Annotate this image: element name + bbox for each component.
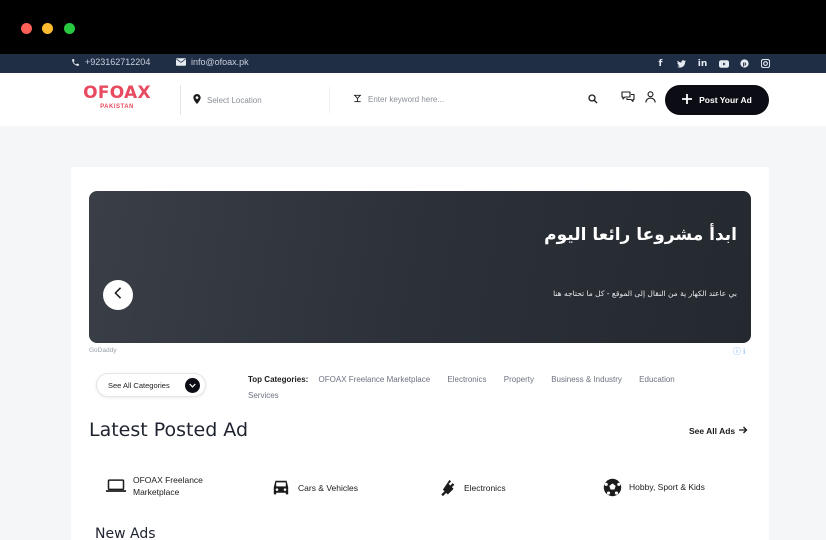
site-header: OFOAX PAKISTAN Select Location Enter key… — [0, 73, 826, 126]
minimize-window-button[interactable] — [42, 23, 53, 34]
location-select[interactable]: Select Location — [193, 94, 262, 106]
top-category-link[interactable]: Services — [248, 391, 279, 400]
user-icon — [644, 90, 656, 108]
ad-info-icon[interactable]: ⓘ i — [733, 346, 745, 357]
see-all-ads-label: See All Ads — [689, 426, 736, 436]
location-pin-icon — [193, 94, 201, 106]
section-title: Latest Posted Ad — [89, 419, 249, 441]
category-tile-electronics[interactable]: Electronics — [437, 478, 506, 498]
category-tile-label: Cars & Vehicles — [298, 483, 358, 493]
maximize-window-button[interactable] — [64, 23, 75, 34]
window-titlebar — [0, 0, 826, 54]
top-categories-label: Top Categories: — [248, 375, 309, 384]
chat-icon — [621, 90, 635, 108]
category-tile-label-line: OFOAX Freelance — [133, 475, 203, 485]
filter-icon — [353, 94, 362, 105]
post-ad-label: Post Your Ad — [699, 95, 752, 105]
facebook-icon[interactable]: f — [654, 57, 667, 70]
location-placeholder: Select Location — [207, 95, 262, 105]
top-category-link[interactable]: Property — [504, 375, 534, 384]
chevron-left-icon — [113, 286, 123, 304]
account-button[interactable] — [642, 91, 658, 107]
instagram-icon[interactable] — [759, 57, 772, 70]
plug-icon — [437, 478, 457, 498]
football-icon — [602, 477, 622, 497]
svg-text:p: p — [743, 61, 747, 67]
phone-icon — [71, 58, 80, 67]
mail-icon — [176, 58, 186, 66]
category-tile-label: OFOAX Freelance Marketplace — [133, 474, 203, 498]
category-tile-label: Electronics — [464, 483, 506, 493]
email-address: info@ofoax.pk — [191, 57, 249, 67]
top-category-link[interactable]: OFOAX Freelance Marketplace — [319, 375, 431, 384]
linkedin-icon[interactable]: in — [696, 57, 709, 70]
post-ad-button[interactable]: Post Your Ad — [665, 85, 769, 115]
see-all-ads-link[interactable]: See All Ads — [689, 426, 748, 436]
search-icon — [588, 91, 598, 109]
ad-advertiser: GoDaddy — [89, 347, 117, 354]
banner-subtitle: بي عاعتد الكهار ية من النقال إلى الموقع … — [553, 289, 737, 298]
social-links: f in p — [654, 57, 772, 70]
site-logo[interactable]: OFOAX PAKISTAN — [83, 83, 151, 111]
top-category-link[interactable]: Education — [639, 375, 675, 384]
ad-banner[interactable]: ابدأ مشروعا رائعا اليوم بي عاعتد الكهار … — [89, 191, 751, 343]
logo-wordmark: OFOAX — [83, 83, 151, 103]
phone-contact[interactable]: +923162712204 — [71, 57, 150, 67]
twitter-icon[interactable] — [675, 57, 688, 70]
banner-prev-button[interactable] — [103, 280, 133, 310]
plus-icon — [682, 94, 693, 106]
search-button[interactable] — [585, 92, 601, 108]
category-tile-hobby[interactable]: Hobby, Sport & Kids — [602, 477, 705, 497]
new-ads-title: New Ads — [95, 526, 156, 540]
pinterest-icon[interactable]: p — [738, 57, 751, 70]
close-window-button[interactable] — [21, 23, 32, 34]
top-info-bar: +923162712204 info@ofoax.pk f in p — [0, 54, 826, 73]
laptop-icon — [106, 476, 126, 496]
phone-number: +923162712204 — [85, 57, 151, 67]
search-divider — [329, 87, 330, 113]
car-icon — [271, 478, 291, 498]
see-all-categories-label: See All Categories — [108, 381, 170, 390]
see-all-categories-button[interactable]: See All Categories — [96, 373, 206, 397]
chevron-down-icon — [185, 378, 200, 393]
search-bar: Select Location Enter keyword here... — [180, 85, 610, 115]
logo-subtitle: PAKISTAN — [100, 104, 134, 110]
category-tile-freelance[interactable]: OFOAX Freelance Marketplace — [106, 474, 203, 498]
category-tile-cars[interactable]: Cars & Vehicles — [271, 478, 358, 498]
top-category-link[interactable]: Electronics — [447, 375, 486, 384]
top-categories: Top Categories: OFOAX Freelance Marketpl… — [248, 372, 718, 404]
top-category-link[interactable]: Business & Industry — [551, 375, 622, 384]
banner-title: ابدأ مشروعا رائعا اليوم — [544, 225, 737, 245]
category-tile-label-line: Marketplace — [133, 487, 180, 497]
keyword-placeholder: Enter keyword here... — [368, 95, 445, 104]
category-tile-label: Hobby, Sport & Kids — [629, 482, 705, 492]
youtube-icon[interactable] — [717, 57, 730, 70]
keyword-input[interactable]: Enter keyword here... — [353, 94, 444, 105]
email-contact[interactable]: info@ofoax.pk — [176, 57, 249, 67]
chat-button[interactable] — [620, 91, 636, 107]
arrow-right-icon — [739, 426, 748, 436]
